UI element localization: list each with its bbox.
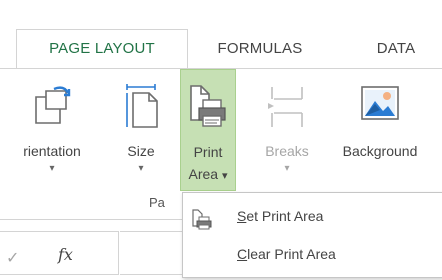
print-area-dropdown-arrow: ▾ — [221, 170, 228, 182]
clear-print-area-accesskey: C — [237, 246, 248, 262]
clear-print-area-label: Clear Print Area — [237, 235, 336, 273]
print-area-label-text: Area — [188, 166, 219, 182]
menu-item-clear-print-area[interactable]: Clear Print Area — [183, 235, 442, 273]
set-print-area-text: et Print Area — [246, 208, 324, 224]
set-print-area-label: Set Print Area — [237, 197, 323, 235]
tab-page-layout[interactable]: PAGE LAYOUT — [16, 29, 188, 70]
background-label: Background — [342, 143, 418, 159]
ribbon-tab-strip: PAGE LAYOUT FORMULAS DATA — [0, 0, 442, 70]
group-label-page-setup: Pa — [149, 195, 165, 210]
set-print-area-accesskey: S — [237, 208, 247, 224]
tab-data[interactable]: DATA — [356, 30, 436, 68]
background-button[interactable]: Background — [320, 69, 440, 191]
breaks-button[interactable]: Breaks ▾ — [256, 69, 318, 191]
insert-function-button[interactable]: fx — [58, 245, 73, 264]
size-icon — [121, 83, 161, 134]
orientation-button[interactable]: rientation ▾ — [0, 69, 112, 191]
clear-print-area-text: lear Print Area — [247, 246, 336, 262]
enter-icon[interactable]: ✓ — [6, 248, 19, 268]
print-area-label-line2: Area ▾ — [181, 164, 235, 186]
orientation-label: rientation — [23, 143, 81, 159]
breaks-label: Breaks — [265, 143, 309, 159]
print-area-dropdown-menu: Set Print Area Clear Print Area — [182, 192, 442, 278]
breaks-dropdown-arrow: ▾ — [284, 163, 290, 174]
breaks-icon — [266, 83, 308, 134]
orientation-icon — [32, 83, 72, 132]
orientation-dropdown-arrow: ▾ — [49, 163, 55, 174]
formula-bar-controls: ✓ fx — [0, 231, 119, 275]
print-area-icon — [187, 82, 229, 135]
size-dropdown-arrow: ▾ — [138, 163, 144, 174]
size-label: Size — [127, 143, 155, 159]
background-image-icon — [358, 83, 402, 130]
print-area-label-line1: Print — [193, 144, 223, 160]
menu-item-set-print-area[interactable]: Set Print Area — [183, 197, 442, 235]
print-area-button[interactable]: Print Area ▾ — [180, 69, 236, 191]
tab-formulas[interactable]: FORMULAS — [190, 30, 330, 68]
size-button[interactable]: Size ▾ — [112, 69, 170, 191]
